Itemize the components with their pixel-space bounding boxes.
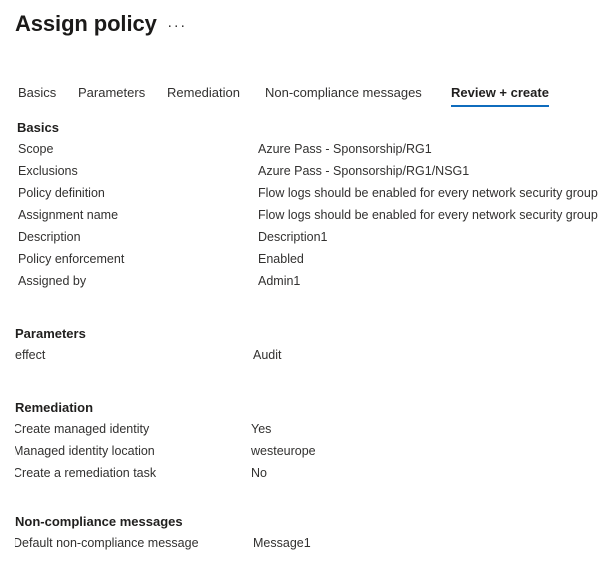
row-value-exclusions: Azure Pass - Sponsorship/RG1/NSG1 bbox=[258, 164, 470, 178]
row-label-create-remediation-task: Create a remediation task bbox=[15, 466, 157, 480]
wizard-tabs: Basics Parameters Remediation Non-compli… bbox=[0, 84, 605, 108]
row-label-scope: Scope bbox=[18, 142, 54, 156]
table-row: Description Description1 bbox=[17, 226, 605, 248]
row-value-policy-definition: Flow logs should be enabled for every ne… bbox=[258, 186, 598, 200]
table-row: Create managed identity Yes bbox=[15, 418, 605, 440]
row-label-managed-identity-location: Managed identity location bbox=[15, 444, 155, 458]
row-value-policy-enforcement: Enabled bbox=[258, 252, 304, 266]
row-label-policy-enforcement: Policy enforcement bbox=[18, 252, 125, 266]
tab-review-create[interactable]: Review + create bbox=[451, 84, 549, 107]
table-row: Policy definition Flow logs should be en… bbox=[17, 182, 605, 204]
row-label-create-managed-identity: Create managed identity bbox=[15, 422, 150, 436]
more-options-icon[interactable]: ··· bbox=[166, 14, 188, 36]
table-row: Create a remediation task No bbox=[15, 462, 605, 484]
table-row: Exclusions Azure Pass - Sponsorship/RG1/… bbox=[17, 160, 605, 182]
row-value-scope: Azure Pass - Sponsorship/RG1 bbox=[258, 142, 432, 156]
tab-non-compliance-messages[interactable]: Non-compliance messages bbox=[265, 84, 422, 107]
section-title-parameters: Parameters bbox=[15, 326, 86, 341]
table-row: Assignment name Flow logs should be enab… bbox=[17, 204, 605, 226]
row-value-assignment-name: Flow logs should be enabled for every ne… bbox=[258, 208, 598, 222]
section-title-basics: Basics bbox=[17, 120, 59, 135]
section-title-non-compliance-messages: Non-compliance messages bbox=[15, 514, 183, 529]
row-value-default-non-compliance-message: Message1 bbox=[253, 536, 311, 550]
row-label-assigned-by: Assigned by bbox=[18, 274, 87, 288]
section-non-compliance-messages: Non-compliance messages Default non-comp… bbox=[15, 512, 605, 554]
section-basics: Basics Scope Azure Pass - Sponsorship/RG… bbox=[17, 118, 605, 292]
row-value-description: Description1 bbox=[258, 230, 328, 244]
table-row: Default non-compliance message Message1 bbox=[15, 532, 605, 554]
table-row: Policy enforcement Enabled bbox=[17, 248, 605, 270]
row-value-effect: Audit bbox=[253, 348, 282, 362]
blade-header: Assign policy ··· bbox=[0, 0, 605, 70]
row-value-assigned-by: Admin1 bbox=[258, 274, 301, 288]
row-label-default-non-compliance-message: Default non-compliance message bbox=[15, 536, 199, 550]
row-label-effect: effect bbox=[15, 348, 46, 362]
row-value-create-managed-identity: Yes bbox=[251, 422, 272, 436]
row-label-assignment-name: Assignment name bbox=[18, 208, 119, 222]
row-value-create-remediation-task: No bbox=[251, 466, 267, 480]
table-row: Scope Azure Pass - Sponsorship/RG1 bbox=[17, 138, 605, 160]
table-row: Managed identity location westeurope bbox=[15, 440, 605, 462]
section-remediation: Remediation Create managed identity Yes … bbox=[15, 398, 605, 484]
section-title-remediation: Remediation bbox=[15, 400, 94, 415]
tab-remediation[interactable]: Remediation bbox=[167, 84, 240, 107]
tab-parameters[interactable]: Parameters bbox=[78, 84, 145, 107]
row-label-policy-definition: Policy definition bbox=[18, 186, 105, 200]
row-value-managed-identity-location: westeurope bbox=[251, 444, 316, 458]
row-label-description: Description bbox=[18, 230, 81, 244]
row-label-exclusions: Exclusions bbox=[18, 164, 78, 178]
table-row: Assigned by Admin1 bbox=[17, 270, 605, 292]
tab-basics[interactable]: Basics bbox=[18, 84, 56, 107]
assign-policy-blade: Assign policy ··· Basics Parameters Reme… bbox=[0, 0, 605, 567]
page-title: Assign policy bbox=[15, 11, 157, 36]
table-row: effect Audit bbox=[15, 344, 605, 366]
section-parameters: Parameters effect Audit bbox=[15, 324, 605, 366]
